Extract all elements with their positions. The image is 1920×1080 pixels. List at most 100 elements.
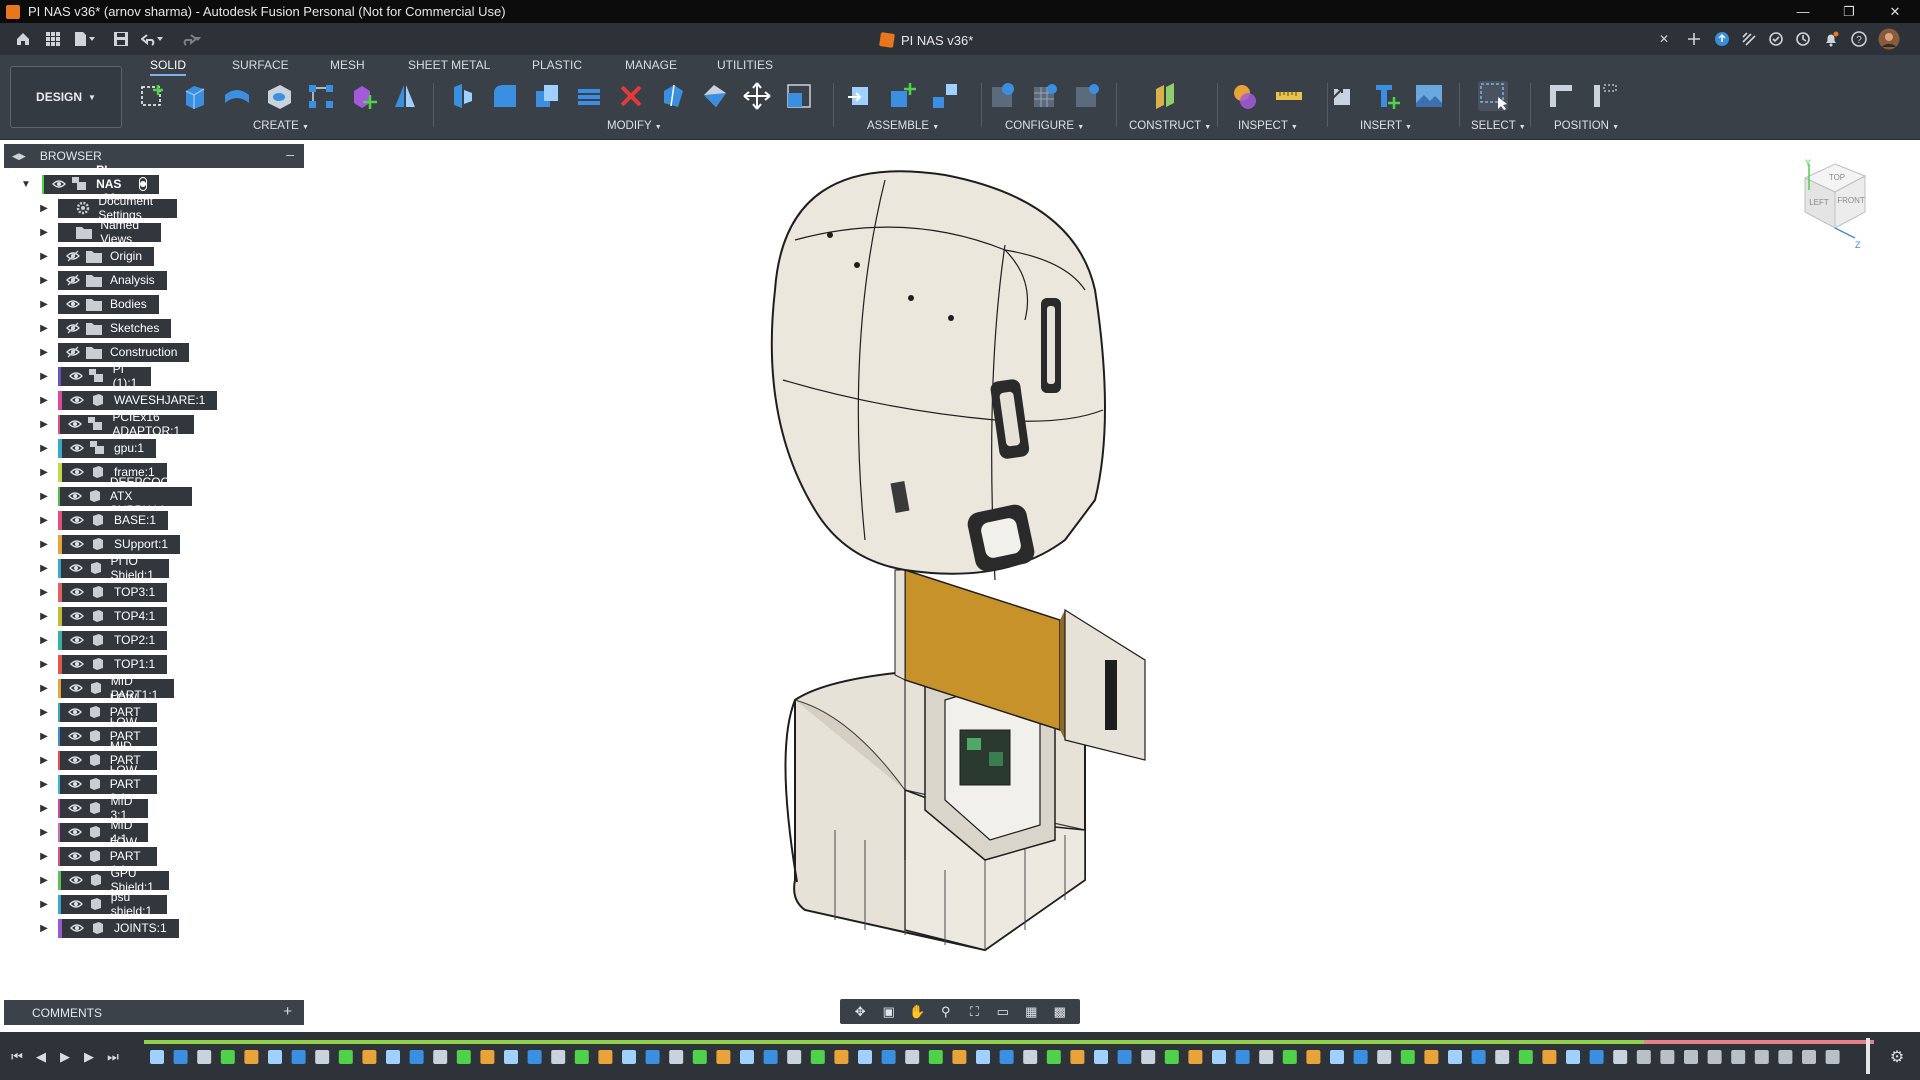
chevron-right-icon[interactable]: ▶ [38,802,50,814]
eye-icon[interactable] [66,273,80,287]
browser-item-chip[interactable]: Sketches [58,318,172,338]
eye-icon[interactable] [67,705,82,719]
configuration-rules-icon[interactable] [1072,81,1102,111]
configure-icon[interactable] [988,81,1018,111]
chevron-right-icon[interactable]: ▶ [38,826,50,838]
timeline-feature[interactable] [1825,1050,1840,1064]
chevron-right-icon[interactable]: ▶ [38,538,50,550]
timeline-feature[interactable] [1471,1050,1486,1064]
chevron-right-icon[interactable]: ▶ [38,610,50,622]
undo-icon[interactable] [138,29,166,49]
eye-icon[interactable] [68,801,83,815]
root-chip[interactable]: PI NAS v36 [42,163,160,205]
viewcube-top-label[interactable]: TOP [1829,173,1845,182]
timeline-feature[interactable] [1707,1050,1722,1064]
select-menu[interactable]: SELECT ▼ [1471,120,1526,132]
chevron-right-icon[interactable]: ▶ [38,634,50,646]
move-copy-icon[interactable] [742,81,772,111]
eye-icon[interactable] [52,177,66,191]
timeline-feature[interactable] [1495,1050,1510,1064]
timeline-feature[interactable] [1141,1050,1156,1064]
eye-icon[interactable] [67,753,82,767]
play-icon[interactable]: ▶ [56,1048,74,1066]
capture-position-icon[interactable] [1546,81,1576,111]
timeline-track[interactable] [144,1038,1874,1076]
extensions-icon[interactable] [1740,30,1758,48]
timeline-feature[interactable] [1566,1050,1580,1064]
close-window-button[interactable]: ✕ [1872,0,1918,23]
chevron-right-icon[interactable]: ▶ [38,442,50,454]
eye-icon[interactable] [68,873,83,887]
timeline-feature[interactable] [551,1050,566,1064]
document-tab[interactable]: PI NAS v36* [879,29,973,51]
timeline-feature[interactable] [244,1050,259,1064]
chevron-right-icon[interactable]: ▶ [38,226,50,238]
timeline-feature[interactable] [1070,1050,1085,1064]
tab-surface[interactable]: SURFACE [232,58,289,76]
timeline-feature[interactable] [268,1050,282,1064]
browser-item-chip[interactable]: PI (1):1 [58,362,151,390]
eye-icon[interactable] [70,513,84,527]
timeline-feature[interactable] [692,1050,707,1064]
chevron-right-icon[interactable]: ▶ [38,754,50,766]
eye-icon[interactable] [70,921,84,935]
browser-item-chip[interactable]: Construction [58,342,190,362]
browser-item-chip[interactable]: MID 3:1 [58,794,148,822]
timeline-feature[interactable] [1117,1050,1132,1064]
browser-item-chip[interactable]: Origin [58,246,155,266]
browser-item-chip[interactable]: gpu:1 [58,438,157,458]
timeline-feature[interactable] [1377,1050,1392,1064]
shell-icon[interactable] [574,81,604,111]
timeline-feature[interactable] [1235,1050,1250,1064]
timeline-feature[interactable] [740,1050,754,1064]
eye-icon[interactable] [66,321,80,335]
browser-panel-header[interactable]: ◀▶ BROWSER – [4,144,304,168]
timeline-feature[interactable] [645,1050,660,1064]
timeline-feature[interactable] [810,1050,825,1064]
3d-viewport[interactable]: TOP LEFT FRONT Y Z [305,140,1920,1032]
configuration-table-icon[interactable] [1030,81,1060,111]
chevron-right-icon[interactable]: ▶ [38,346,50,358]
timeline-feature[interactable] [1636,1050,1651,1064]
chevron-right-icon[interactable]: ▶ [38,394,50,406]
timeline-feature[interactable] [1424,1050,1439,1064]
timeline-feature[interactable] [1306,1050,1321,1064]
joint-icon[interactable] [930,81,960,111]
eye-icon[interactable] [70,393,84,407]
chamfer-icon[interactable] [532,81,562,111]
timeline-feature[interactable] [1259,1050,1274,1064]
eye-icon[interactable] [70,585,84,599]
chevron-right-icon[interactable]: ▶ [38,874,50,886]
modify-menu[interactable]: MODIFY ▼ [607,120,662,132]
eye-icon[interactable] [68,825,83,839]
eye-icon[interactable] [70,441,84,455]
pattern-icon[interactable] [306,81,336,111]
collapse-panel-icon[interactable]: – [286,146,294,162]
browser-item-chip[interactable]: Bodies [58,294,159,314]
tab-manage[interactable]: MANAGE [625,58,677,76]
split-body-icon[interactable] [700,81,730,111]
timeline-feature[interactable] [763,1050,778,1064]
timeline-feature[interactable] [622,1050,636,1064]
eye-icon[interactable] [66,249,80,263]
eye-icon[interactable] [66,297,80,311]
user-avatar[interactable] [1878,28,1900,50]
eye-icon[interactable] [68,897,83,911]
chevron-right-icon[interactable]: ▶ [38,322,50,334]
timeline-feature[interactable] [1282,1050,1297,1064]
timeline-feature[interactable] [197,1050,212,1064]
timeline-feature[interactable] [433,1050,448,1064]
timeline-feature[interactable] [976,1050,990,1064]
chevron-right-icon[interactable]: ▶ [38,202,50,214]
timeline-feature[interactable] [1164,1050,1179,1064]
browser-item-chip[interactable]: TOP2:1 [58,630,168,650]
cloud-icon[interactable] [1713,30,1731,48]
fit-icon[interactable]: ⛶ [966,1004,982,1020]
eye-icon[interactable] [68,417,83,431]
browser-item-chip[interactable]: Analysis [58,270,167,290]
eye-icon[interactable] [67,489,82,503]
timeline-feature[interactable] [1330,1050,1344,1064]
orbit-icon[interactable]: ✥ [852,1004,868,1020]
eye-icon[interactable] [70,537,84,551]
chevron-right-icon[interactable]: ▶ [38,898,50,910]
